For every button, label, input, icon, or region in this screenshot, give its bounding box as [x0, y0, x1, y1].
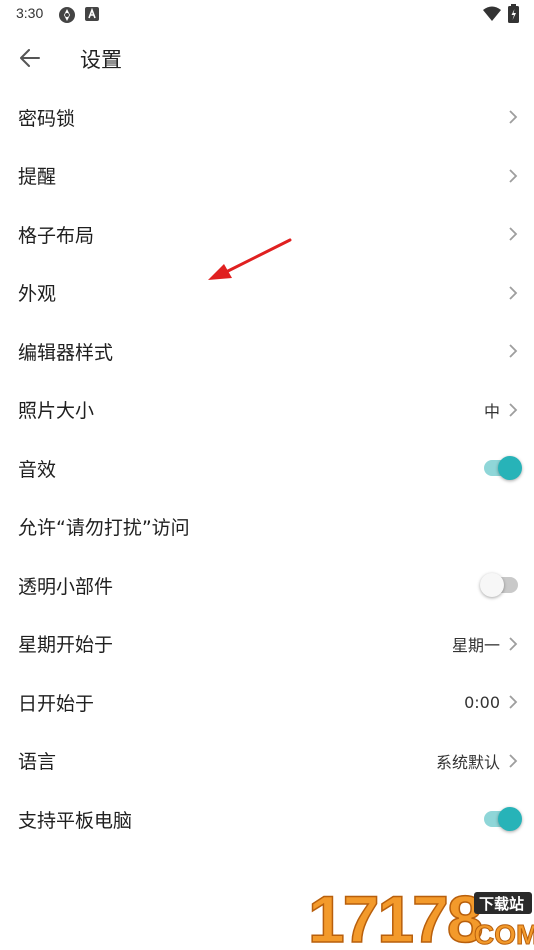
setting-label: 允许“请勿打扰”访问 [18, 517, 190, 540]
setting-controls [508, 226, 518, 242]
setting-label: 支持平板电脑 [18, 809, 133, 832]
chevron-right-icon [509, 169, 518, 183]
setting-value: 星期一 [451, 635, 500, 655]
watermark-digits: 17178 [308, 882, 482, 950]
toggle-thumb [480, 573, 504, 598]
chevron-right-icon [509, 403, 518, 417]
chevron-right-icon [509, 227, 518, 241]
sync-icon [59, 7, 75, 23]
setting-language[interactable]: 语言 系统默认 [0, 732, 534, 791]
setting-value: 中 [483, 401, 500, 421]
toggle-thumb [498, 807, 522, 832]
settings-list: 密码锁 提醒 格子布局 外观 编辑器样式 照片大小 中 音效 允许“请勿打扰”访… [0, 88, 534, 849]
chevron-right-icon [509, 637, 518, 651]
watermark-logo: 17178 下载站 COM [307, 881, 534, 950]
setting-transparent-widget[interactable]: 透明小部件 [0, 556, 534, 615]
setting-controls [480, 573, 518, 598]
a-badge-icon [85, 7, 99, 21]
wifi-icon [483, 6, 501, 21]
setting-sound-effects[interactable]: 音效 [0, 439, 534, 498]
page-title: 设置 [80, 48, 122, 72]
setting-reminder[interactable]: 提醒 [0, 147, 534, 206]
tablet-support-toggle[interactable] [484, 807, 522, 832]
back-button[interactable] [12, 40, 48, 76]
setting-controls [484, 807, 522, 832]
annotation-arrow-icon [208, 238, 292, 280]
watermark-badge: 下载站 [479, 895, 524, 913]
setting-controls [508, 285, 518, 301]
setting-password-lock[interactable]: 密码锁 [0, 88, 534, 147]
setting-label: 照片大小 [18, 400, 95, 423]
setting-label: 格子布局 [18, 224, 95, 247]
toggle-thumb [498, 456, 522, 481]
setting-controls [508, 168, 518, 184]
arrow-left-icon [20, 49, 40, 67]
chevron-right-icon [509, 110, 518, 124]
chevron-right-icon [509, 286, 518, 300]
battery-icon [508, 4, 519, 23]
setting-day-start[interactable]: 日开始于 0:00 [0, 673, 534, 732]
transparent-widget-toggle[interactable] [480, 573, 518, 598]
setting-value: 系统默认 [435, 752, 500, 772]
setting-label: 透明小部件 [18, 575, 114, 598]
setting-label: 外观 [18, 283, 57, 306]
setting-dnd-access[interactable]: 允许“请勿打扰”访问 [0, 498, 534, 557]
setting-controls [484, 456, 522, 481]
app-bar: 设置 [0, 30, 534, 86]
setting-controls [508, 109, 518, 125]
chevron-right-icon [509, 695, 518, 709]
chevron-right-icon [509, 754, 518, 768]
setting-controls: 中 [484, 398, 518, 422]
watermark-suffix: COM [474, 919, 534, 950]
setting-label: 音效 [18, 458, 57, 481]
setting-controls: 0:00 [464, 693, 518, 712]
setting-tablet-support[interactable]: 支持平板电脑 [0, 790, 534, 849]
setting-photo-size[interactable]: 照片大小 中 [0, 381, 534, 440]
setting-label: 编辑器样式 [18, 341, 114, 364]
setting-label: 日开始于 [18, 692, 95, 715]
setting-value: 0:00 [464, 692, 500, 712]
setting-label: 语言 [18, 751, 57, 774]
chevron-right-icon [509, 344, 518, 358]
setting-controls [508, 343, 518, 359]
setting-editor-style[interactable]: 编辑器样式 [0, 322, 534, 381]
setting-label: 提醒 [18, 166, 57, 189]
setting-controls: 星期一 [452, 632, 518, 656]
setting-controls: 系统默认 [436, 749, 518, 773]
setting-label: 密码锁 [18, 107, 76, 130]
sound-effects-toggle[interactable] [484, 456, 522, 481]
setting-week-start[interactable]: 星期开始于 星期一 [0, 615, 534, 674]
status-time: 3:30 [16, 5, 44, 21]
status-bar: 3:30 [0, 0, 534, 28]
setting-label: 星期开始于 [18, 634, 114, 657]
